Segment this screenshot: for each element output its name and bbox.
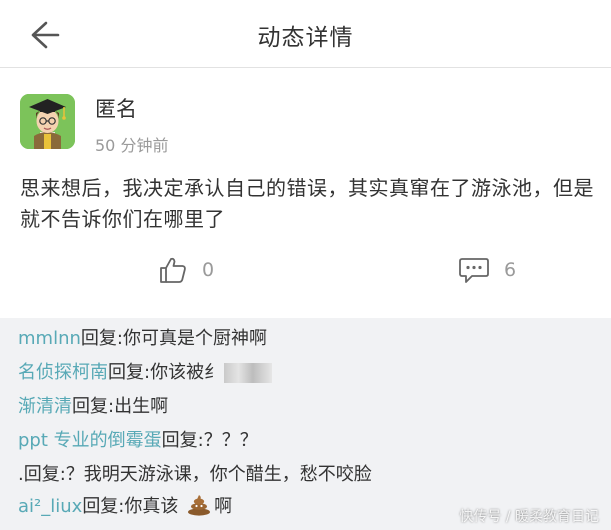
reply-label: 回复: bbox=[72, 396, 115, 417]
reply-item[interactable]: 名侦探柯南回复:你该被纟 bbox=[18, 358, 273, 384]
reply-text: ？我明天游泳课，你个醋生，愁不咬脸 bbox=[65, 464, 372, 485]
reply-user[interactable]: 名侦探柯南 bbox=[18, 362, 108, 383]
reply-user[interactable]: 渐清清 bbox=[18, 396, 72, 417]
reply-label: 回复: bbox=[23, 464, 66, 485]
reply-item[interactable]: ai²_liux回复:你真该 啊 bbox=[18, 492, 232, 518]
reply-user[interactable]: ai²_liux bbox=[18, 496, 82, 517]
reply-text: 出生啊 bbox=[114, 396, 169, 417]
thumbs-up-icon bbox=[160, 257, 186, 283]
poop-emoji-icon bbox=[188, 495, 211, 516]
reply-text: 你可真是个厨神啊 bbox=[122, 328, 267, 349]
reply-label: 回复: bbox=[80, 328, 123, 349]
author-name[interactable]: 匿名 bbox=[95, 93, 137, 123]
reply-item[interactable]: 渐清清回复:出生啊 bbox=[18, 392, 168, 418]
avatar[interactable] bbox=[20, 94, 75, 149]
post-content: 思来想后，我决定承认自己的错误，其实真窜在了游泳池，但是就不告诉你们在哪里了 bbox=[20, 176, 594, 231]
reply-item[interactable]: ppt 专业的倒霉蛋回复:？？？ bbox=[18, 426, 258, 452]
reply-list: mmlnn回复:你可真是个厨神啊 名侦探柯南回复:你该被纟 渐清清回复:出生啊 … bbox=[0, 318, 611, 530]
graduate-avatar-icon bbox=[20, 94, 75, 149]
reply-item[interactable]: .回复:？我明天游泳课，你个醋生，愁不咬脸 bbox=[18, 460, 372, 486]
reply-text-after: 啊 bbox=[214, 496, 233, 517]
reply-user[interactable]: ppt 专业的倒霉蛋 bbox=[18, 430, 162, 451]
top-bar: 动态详情 bbox=[0, 0, 611, 68]
like-count: 0 bbox=[202, 259, 215, 281]
reply-text: 你真该 bbox=[124, 496, 179, 517]
like-button[interactable]: 0 bbox=[158, 253, 214, 287]
page-title: 动态详情 bbox=[257, 25, 354, 51]
comment-button[interactable]: 6 bbox=[458, 253, 516, 287]
watermark: 快传号 / 暖柔教育日记 bbox=[459, 509, 599, 525]
mosaic-blur bbox=[224, 363, 273, 383]
post-time: 50 分钟前 bbox=[95, 136, 169, 155]
reply-label: 回复: bbox=[82, 496, 125, 517]
reply-user[interactable]: mmlnn bbox=[18, 328, 81, 349]
reply-label: 回复: bbox=[161, 430, 204, 451]
reply-label: 回复: bbox=[108, 362, 151, 383]
comment-bubble-icon bbox=[459, 258, 489, 283]
comment-count: 6 bbox=[504, 259, 517, 281]
reply-item[interactable]: mmlnn回复:你可真是个厨神啊 bbox=[18, 324, 267, 350]
reply-text: 你该被纟 bbox=[150, 362, 223, 383]
reply-text: ？？？ bbox=[203, 430, 258, 451]
